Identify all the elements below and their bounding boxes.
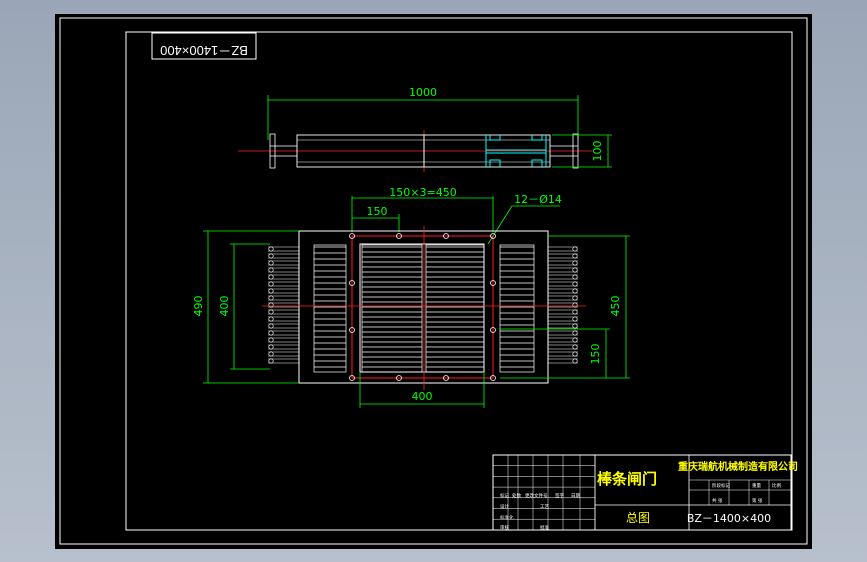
title-block-label: 标准化 — [500, 514, 514, 521]
title-block-label: 重量 — [752, 482, 761, 489]
dim-right-small: 150 — [589, 344, 602, 365]
dim-top-width: 1000 — [409, 86, 437, 99]
drawing-code: BZ－1400×400 — [687, 512, 771, 525]
title-block-label: 共 张 — [712, 497, 723, 504]
dim-right-height: 450 — [609, 296, 622, 317]
title-block-label: 批准 — [540, 524, 549, 531]
mirrored-stamp-text: BZ－1400×400 — [160, 43, 248, 58]
title-block-label: 审核 — [500, 524, 509, 531]
dim-bottom-width: 400 — [412, 390, 433, 403]
dim-outer-height: 490 — [192, 296, 205, 317]
title-block-label: 日期 — [571, 493, 580, 499]
dim-pitch-single: 150 — [367, 205, 388, 218]
dim-top-height: 100 — [591, 141, 604, 162]
title-block-label: 标记 — [500, 492, 509, 499]
cad-viewport[interactable]: BZ－1400×400 1000 100 150×3=450 150 12－Ø1… — [0, 0, 867, 562]
title-block-label: 设计 — [500, 503, 509, 510]
title-block-label: 第 张 — [752, 497, 763, 504]
title-block-label: 更改文件号 — [525, 492, 548, 499]
title-block-label: 签字 — [555, 492, 564, 499]
product-name: 棒条闸门 — [597, 470, 657, 488]
company-name: 重庆瑞航机械制造有限公司 — [678, 460, 798, 473]
sheet-type: 总图 — [626, 511, 650, 525]
dim-holes: 12－Ø14 — [514, 193, 562, 206]
cad-drawing: BZ－1400×400 1000 100 150×3=450 150 12－Ø1… — [55, 14, 812, 549]
title-block-label: 处数 — [512, 492, 521, 499]
dim-pitch: 150×3=450 — [389, 186, 456, 199]
title-block-label: 阶段标记 — [712, 482, 730, 489]
title-block-label: 比例 — [772, 482, 781, 489]
title-block-label: 工艺 — [540, 504, 549, 510]
dim-inner-height: 400 — [218, 296, 231, 317]
